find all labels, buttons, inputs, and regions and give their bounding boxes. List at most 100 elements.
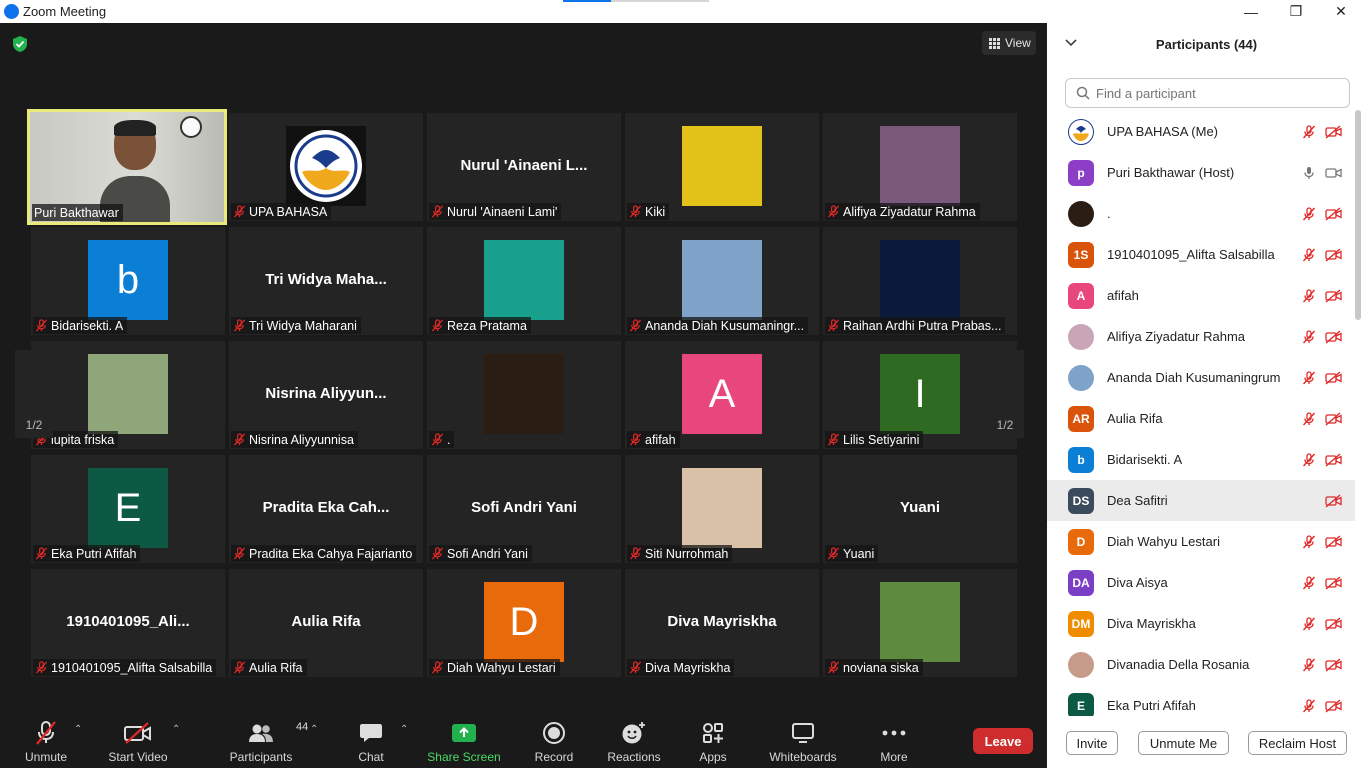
unmute-button[interactable]: Unmute: [20, 710, 72, 768]
participant-row[interactable]: UPA BAHASA (Me): [1047, 111, 1355, 152]
participant-list-scrollbar[interactable]: [1355, 110, 1361, 320]
video-tile[interactable]: Puri Bakthawar: [27, 109, 227, 225]
microphone-muted-icon: [629, 661, 642, 674]
video-tile[interactable]: Raihan Ardhi Putra Prabas...: [823, 227, 1017, 335]
tile-name-label: Nurul 'Ainaeni Lami': [429, 203, 562, 220]
profile-picture: [484, 240, 564, 320]
tile-name-label: Nisrina Aliyyunnisa: [231, 431, 358, 448]
microphone-muted-icon: [629, 205, 642, 218]
page-indicator-right: 1/2: [996, 418, 1014, 432]
video-tile[interactable]: UPA BAHASA: [229, 113, 423, 221]
next-page-button[interactable]: 1/2: [986, 350, 1024, 438]
invite-button[interactable]: Invite: [1066, 731, 1118, 755]
video-tile[interactable]: .: [427, 341, 621, 449]
participants-options-chevron-icon[interactable]: ⌃: [310, 724, 318, 735]
profile-picture: [682, 240, 762, 320]
apps-button[interactable]: Apps: [694, 710, 732, 768]
whiteboard-icon: [792, 723, 814, 743]
title-gray-line: [611, 0, 709, 2]
participant-row[interactable]: b Bidarisekti. A: [1047, 439, 1355, 480]
restore-button[interactable]: ❐: [1273, 0, 1319, 23]
participant-row[interactable]: p Puri Bakthawar (Host): [1047, 152, 1355, 193]
video-tile[interactable]: Diva Mayriskha Diva Mayriskha: [625, 569, 819, 677]
participants-button[interactable]: 44 Participants: [228, 710, 309, 768]
video-tile[interactable]: 1910401095_Ali... 1910401095_Alifta Salsa…: [31, 569, 225, 677]
whiteboards-button[interactable]: Whiteboards: [766, 710, 840, 768]
tile-participant-name: Pradita Eka Cahya Fajarianto: [249, 546, 413, 561]
video-tile[interactable]: Aulia Rifa Aulia Rifa: [229, 569, 423, 677]
record-button[interactable]: Record: [532, 710, 576, 768]
share-screen-button[interactable]: Share Screen: [426, 710, 502, 768]
tile-participant-name: UPA BAHASA: [249, 204, 328, 219]
avatar-initial: I: [880, 354, 960, 434]
video-tile[interactable]: E Eka Putri Afifah: [31, 455, 225, 563]
video-options-chevron-icon[interactable]: ⌃: [172, 724, 180, 735]
video-tile[interactable]: Kiki: [625, 113, 819, 221]
unmute-me-button[interactable]: Unmute Me: [1138, 731, 1229, 755]
participant-row[interactable]: D Diah Wahyu Lestari: [1047, 521, 1355, 562]
tile-participant-name: Raihan Ardhi Putra Prabas...: [843, 318, 1002, 333]
profile-picture: [484, 354, 564, 434]
search-icon: [1076, 86, 1090, 100]
microphone-muted-icon: [629, 319, 642, 332]
participant-row[interactable]: E Eka Putri Afifah: [1047, 685, 1355, 716]
video-tile[interactable]: Sofi Andri Yani Sofi Andri Yani: [427, 455, 621, 563]
view-button[interactable]: View: [982, 31, 1036, 55]
title-bar: Zoom Meeting — ❐ ✕: [0, 0, 1366, 23]
participant-row[interactable]: DS Dea Safitri: [1047, 480, 1355, 521]
tile-participant-name: Yuani: [843, 546, 875, 561]
participant-row[interactable]: .: [1047, 193, 1355, 234]
reclaim-host-button[interactable]: Reclaim Host: [1248, 731, 1347, 755]
video-off-icon: [1325, 616, 1342, 631]
participant-row[interactable]: Aafifah: [1047, 275, 1355, 316]
participant-row[interactable]: Alifiya Ziyadatur Rahma: [1047, 316, 1355, 357]
close-button[interactable]: ✕: [1318, 0, 1364, 23]
previous-page-button[interactable]: 1/2: [15, 350, 53, 438]
video-tile[interactable]: Alifiya Ziyadatur Rahma: [823, 113, 1017, 221]
video-tile[interactable]: Ananda Diah Kusumaningr...: [625, 227, 819, 335]
video-tile[interactable]: Nisrina Aliyyun... Nisrina Aliyyunnisa: [229, 341, 423, 449]
avatar: [1068, 200, 1094, 227]
video-tile[interactable]: Tri Widya Maha... Tri Widya Maharani: [229, 227, 423, 335]
start-video-button[interactable]: Start Video: [106, 710, 170, 768]
video-tile[interactable]: Pradita Eka Cah... Pradita Eka Cahya Faja…: [229, 455, 423, 563]
video-tile[interactable]: b Bidarisekti. A: [31, 227, 225, 335]
apps-label: Apps: [699, 750, 727, 764]
microphone-muted-icon: [1302, 370, 1316, 384]
participant-row[interactable]: DA Diva Aisya: [1047, 562, 1355, 603]
video-tile[interactable]: noviana siska: [823, 569, 1017, 677]
video-tile[interactable]: Nurul 'Ainaeni L... Nurul 'Ainaeni Lami': [427, 113, 621, 221]
tile-name-label: Sofi Andri Yani: [429, 545, 532, 562]
reactions-button[interactable]: Reactions: [604, 710, 664, 768]
participant-row[interactable]: Divanadia Della Rosania: [1047, 644, 1355, 685]
participant-search-input[interactable]: [1096, 85, 1336, 101]
video-tile[interactable]: Yuani Yuani: [823, 455, 1017, 563]
audio-options-chevron-icon[interactable]: ⌃: [74, 724, 82, 735]
participant-row[interactable]: 1S 1910401095_Alifta Salsabilla: [1047, 234, 1355, 275]
avatar-initial: D: [484, 582, 564, 662]
video-tile[interactable]: lupita friska: [31, 341, 225, 449]
participant-row[interactable]: DM Diva Mayriskha: [1047, 603, 1355, 644]
video-tile[interactable]: Siti Nurrohmah: [625, 455, 819, 563]
participant-search-box[interactable]: [1065, 78, 1350, 108]
window-title: Zoom Meeting: [23, 4, 107, 19]
video-tile[interactable]: Aafifah: [625, 341, 819, 449]
participant-row[interactable]: AR Aulia Rifa: [1047, 398, 1355, 439]
chat-options-chevron-icon[interactable]: ⌃: [400, 724, 408, 735]
participant-row[interactable]: Ananda Diah Kusumaningrum: [1047, 357, 1355, 398]
video-tile[interactable]: D Diah Wahyu Lestari: [427, 569, 621, 677]
security-shield-icon[interactable]: [12, 35, 28, 53]
chat-button[interactable]: Chat: [352, 710, 390, 768]
leave-button[interactable]: Leave: [973, 728, 1033, 754]
tile-name-label: Siti Nurrohmah: [627, 545, 733, 562]
tile-participant-name: .: [447, 432, 451, 447]
microphone-muted-icon: [1302, 288, 1316, 302]
video-off-icon: [1325, 411, 1342, 426]
microphone-muted-icon: [233, 433, 246, 446]
tile-participant-name: Diva Mayriskha: [645, 660, 731, 675]
minimize-button[interactable]: —: [1228, 0, 1274, 23]
participant-name: Puri Bakthawar (Host): [1107, 165, 1235, 180]
avatar: p: [1068, 159, 1094, 186]
more-button[interactable]: More: [876, 710, 912, 768]
video-tile[interactable]: Reza Pratama: [427, 227, 621, 335]
